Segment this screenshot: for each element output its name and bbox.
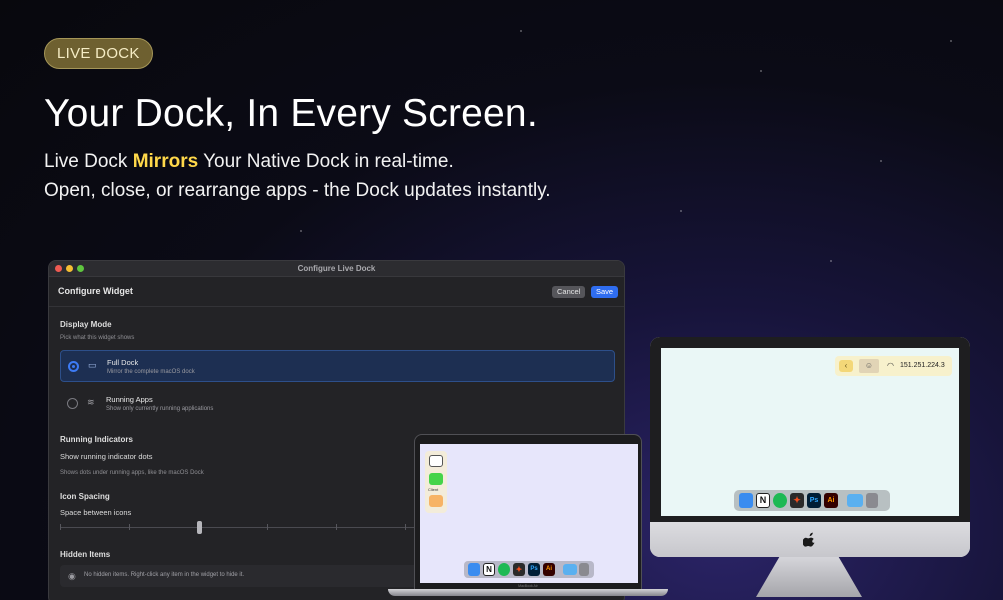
window-titlebar: Configure Live Dock (49, 261, 624, 277)
save-button[interactable]: Save (591, 286, 619, 298)
imac-screen: ‹ ☺ ◠ 151.251.224.3 N ✦ Ps Ai (661, 348, 959, 516)
top-widget: ‹ ☺ ◠ 151.251.224.3 (835, 356, 952, 376)
photoshop-icon: Ps (528, 563, 540, 576)
product-badge: LIVE DOCK (44, 38, 153, 69)
wifi-icon: ◠ (887, 361, 894, 370)
slider-tick (267, 524, 268, 530)
imac-dock: N ✦ Ps Ai (734, 490, 890, 511)
trash-icon (579, 563, 589, 576)
figma-icon: ✦ (513, 563, 525, 576)
chevron-left-icon[interactable]: ‹ (839, 360, 853, 372)
option-desc: Mirror the complete macOS dock (107, 369, 195, 375)
promo-card: LIVE DOCK Your Dock, In Every Screen. Li… (0, 0, 1003, 600)
star (830, 260, 832, 262)
imac-device: ‹ ☺ ◠ 151.251.224.3 N ✦ Ps Ai (650, 337, 970, 557)
inbox-icon (429, 455, 443, 467)
finder-icon (739, 493, 753, 508)
star (950, 40, 952, 42)
subtitle-line-1: Live Dock Mirrors Your Native Dock in re… (44, 147, 551, 176)
radio-running-apps[interactable] (67, 398, 78, 409)
finder-icon (468, 563, 480, 576)
layers-icon: ≋ (87, 397, 95, 407)
radio-full-dock[interactable] (68, 361, 79, 372)
imac-stand (756, 557, 862, 597)
apple-logo-icon (803, 532, 815, 547)
trash-icon (866, 493, 878, 508)
running-indicators-heading: Running Indicators (60, 435, 133, 444)
photoshop-icon: Ps (807, 493, 821, 508)
icon-spacing-slider[interactable] (60, 521, 420, 534)
running-indicators-desc: Shows dots under running apps, like the … (60, 470, 204, 476)
subtitle-line-2: Open, close, or rearrange apps - the Doc… (44, 180, 551, 201)
avatar-icon (429, 495, 443, 507)
option-name: Running Apps (106, 395, 153, 404)
eye-icon: ◉ (68, 571, 76, 581)
user-icon: ☺ (859, 359, 879, 373)
hidden-items-heading: Hidden Items (60, 550, 111, 559)
star (520, 30, 522, 32)
laptop-base (388, 589, 668, 596)
laptop-screen: Client N ✦ Ps Ai (420, 444, 638, 583)
client-label: Client (428, 487, 439, 492)
window-header: Configure Widget Cancel Save (49, 277, 624, 307)
icon-spacing-label: Space between icons (60, 508, 132, 517)
subtitle: Live Dock Mirrors Your Native Dock in re… (44, 147, 551, 205)
slider-thumb[interactable] (197, 521, 202, 534)
laptop-caption: MacBook Air (518, 584, 538, 588)
subtitle-text: Your Native Dock in real-time. (198, 151, 454, 172)
laptop-device: Client N ✦ Ps Ai MacBook Air (414, 434, 642, 590)
slider-tick (405, 524, 406, 530)
window-title: Configure Live Dock (297, 264, 376, 273)
side-widget: Client (425, 451, 447, 513)
notion-icon: N (756, 493, 770, 508)
hidden-items-text: No hidden items. Right-click any item in… (84, 572, 245, 578)
subtitle-highlight: Mirrors (132, 151, 199, 172)
headline: Your Dock, In Every Screen. (44, 92, 538, 135)
star (680, 210, 682, 212)
illustrator-icon: Ai (543, 563, 555, 576)
display-mode-heading: Display Mode (60, 320, 112, 329)
running-indicators-label[interactable]: Show running indicator dots (60, 452, 153, 461)
spotify-icon (773, 493, 787, 508)
icon-spacing-heading: Icon Spacing (60, 492, 110, 501)
slider-tick (60, 524, 61, 530)
laptop-dock: N ✦ Ps Ai (464, 561, 594, 578)
option-running-apps[interactable]: ≋ Running Apps Show only currently runni… (60, 388, 615, 420)
display-mode-hint: Pick what this widget shows (60, 335, 135, 341)
option-full-dock[interactable]: ▭ Full Dock Mirror the complete macOS do… (60, 350, 615, 382)
monitor-icon: ▭ (88, 360, 97, 370)
cancel-button[interactable]: Cancel (552, 286, 586, 298)
ip-address: 151.251.224.3 (900, 362, 945, 369)
folder-icon (563, 564, 577, 575)
notion-icon: N (483, 563, 495, 576)
figma-icon: ✦ (790, 493, 804, 508)
configure-widget-heading: Configure Widget (58, 286, 133, 296)
slider-tick (129, 524, 130, 530)
client-app-icon (429, 473, 443, 485)
spotify-icon (498, 563, 510, 576)
star (880, 160, 882, 162)
star (760, 70, 762, 72)
subtitle-text: Live Dock (44, 151, 133, 172)
option-desc: Show only currently running applications (106, 406, 214, 412)
slider-tick (336, 524, 337, 530)
folder-icon (847, 494, 863, 507)
illustrator-icon: Ai (824, 493, 838, 508)
star (300, 230, 302, 232)
option-name: Full Dock (107, 358, 139, 367)
